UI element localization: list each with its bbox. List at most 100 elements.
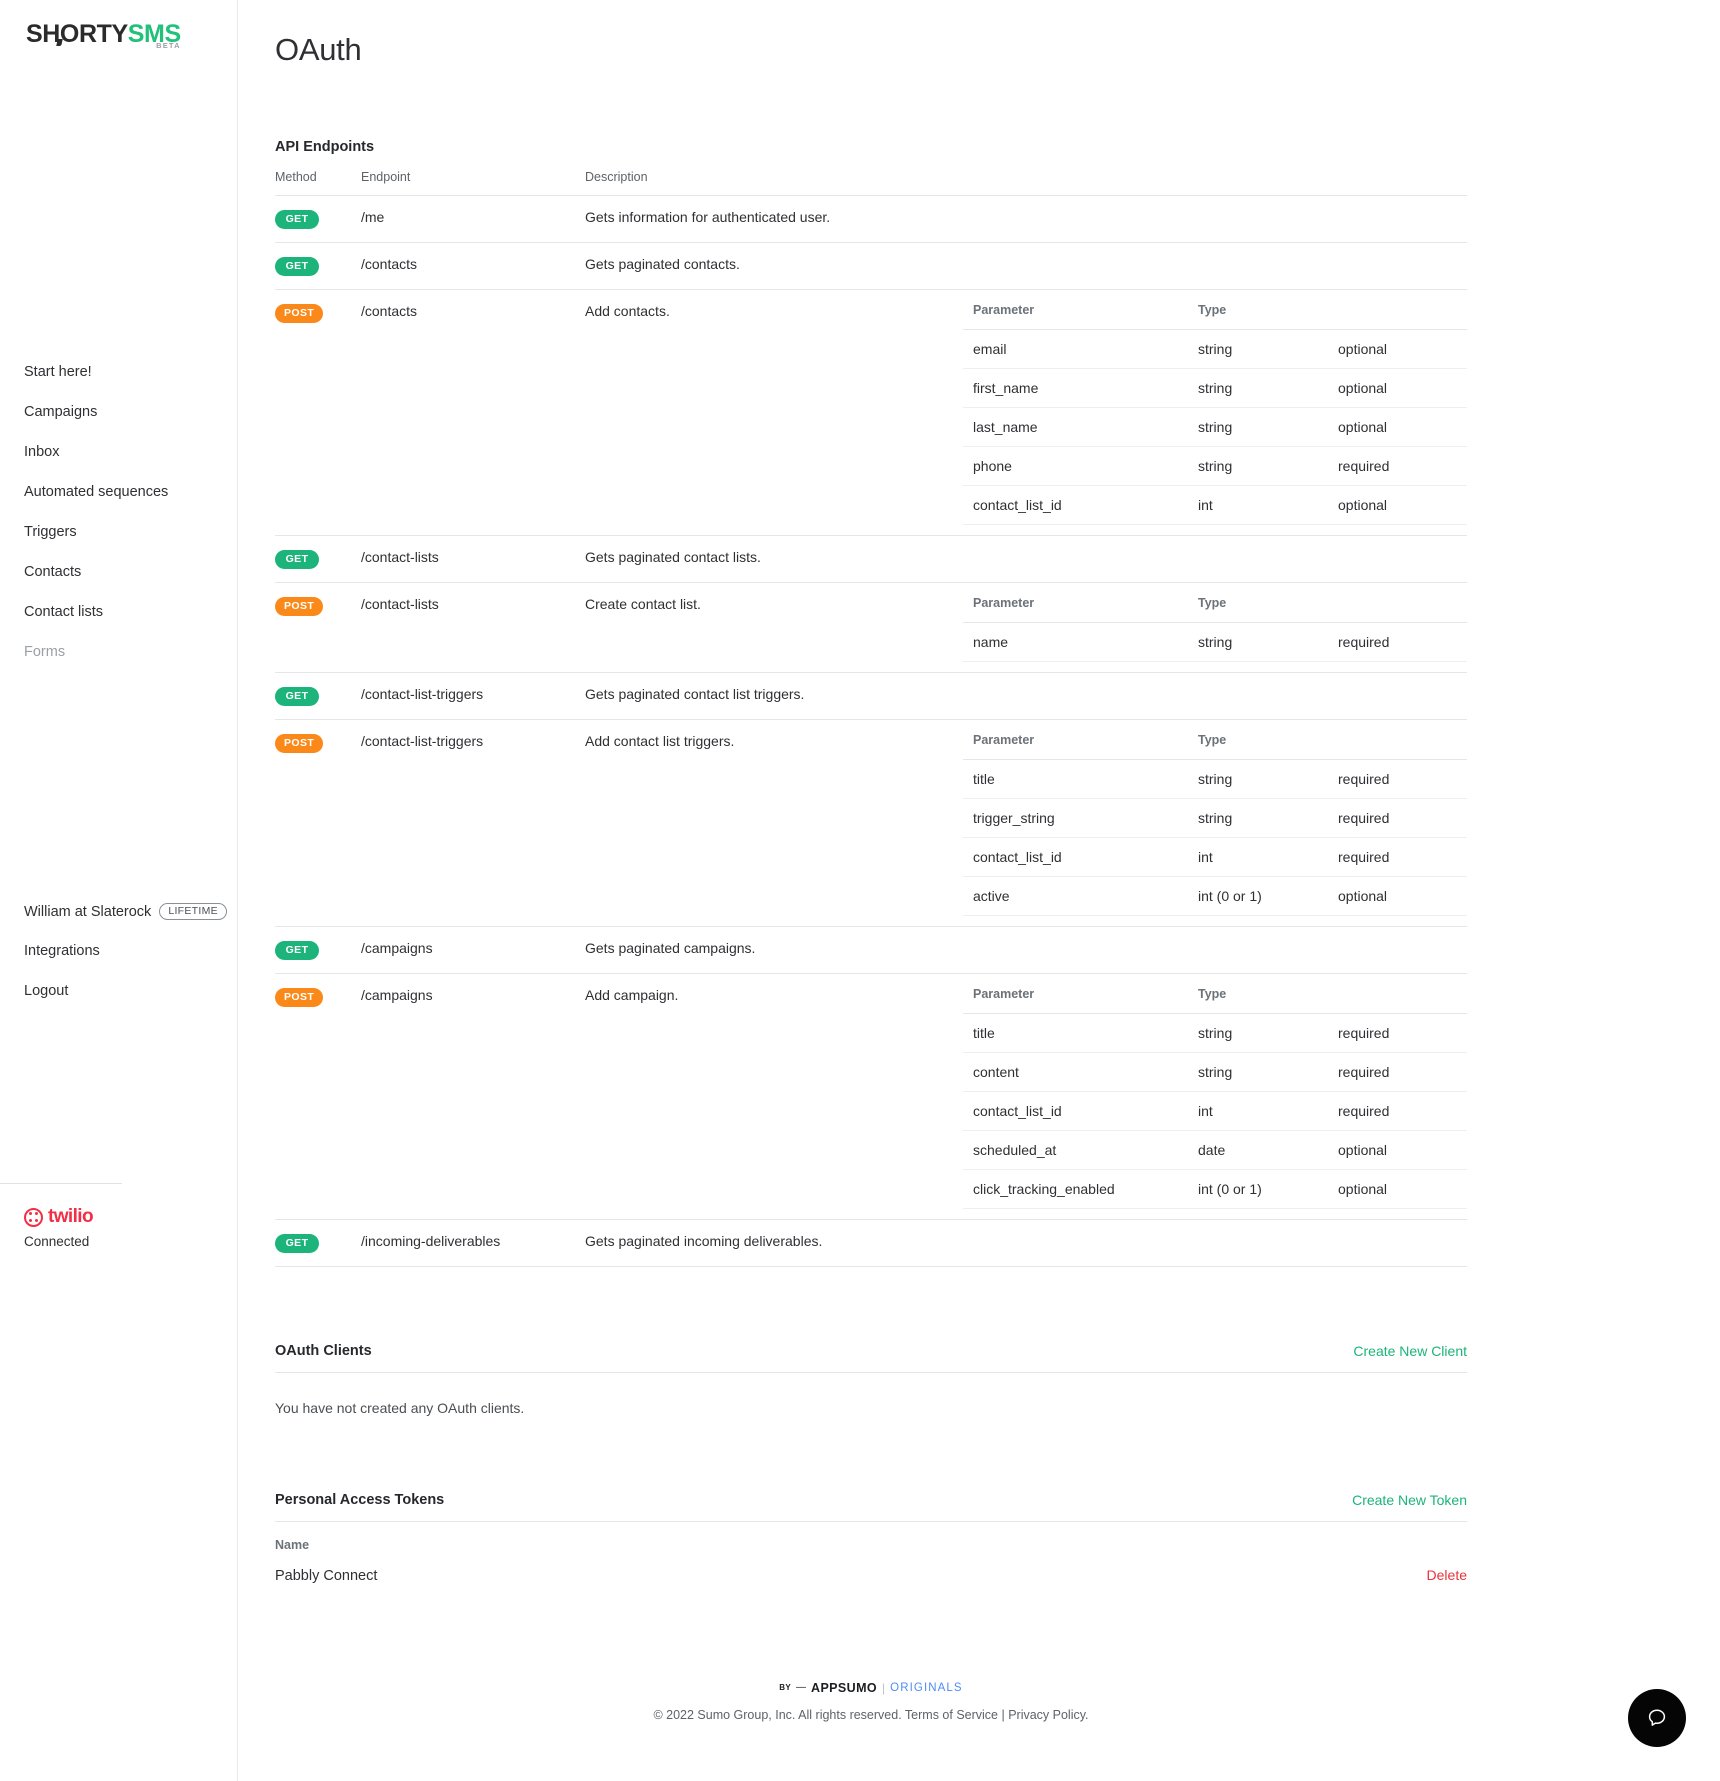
parameters-table: Parameter Type title string required content s…: [963, 974, 1467, 1209]
sidebar-item-forms[interactable]: Forms: [0, 632, 237, 672]
parameter-type-cell: string: [1188, 329, 1328, 369]
parameter-type-cell: int (0 or 1): [1188, 876, 1328, 916]
table-row: POST/contacts Add contacts. Parameter Type e…: [275, 289, 1467, 536]
column-header-parameter: Parameter: [963, 290, 1188, 330]
sidebar-account-section: William at Slaterock LIFETIME Integratio…: [0, 892, 237, 1011]
parameter-requirement-cell: required: [1328, 622, 1467, 662]
parameter-type-cell: string: [1188, 407, 1328, 447]
column-header-description: Description: [585, 170, 963, 196]
api-endpoints-heading: API Endpoints: [275, 139, 375, 155]
sidebar-item-start-here[interactable]: Start here!: [0, 352, 237, 392]
sidebar-item-logout[interactable]: Logout: [0, 971, 237, 1011]
parameter-row: last_name string optional: [963, 407, 1467, 447]
parameter-row: phone string required: [963, 446, 1467, 486]
endpoint-description-cell: Gets paginated contact lists.: [585, 535, 963, 583]
endpoint-path-cell: /contact-lists: [361, 582, 585, 673]
logo-text: SHORTYSMS BETA: [26, 22, 181, 50]
method-badge-get: GET: [275, 1234, 319, 1253]
table-header-row: Parameter Type: [963, 720, 1467, 760]
table-row: Pabbly Connect Delete: [275, 1558, 1467, 1593]
parameter-name-cell: title: [963, 1013, 1188, 1053]
parameter-requirement-cell: required: [1328, 1052, 1467, 1092]
table-header-row: Method Endpoint Description: [275, 170, 1467, 196]
parameter-name-cell: contact_list_id: [963, 837, 1188, 877]
method-badge-get: GET: [275, 687, 319, 706]
parameter-name-cell: last_name: [963, 407, 1188, 447]
column-header-requirement: [1328, 974, 1467, 1014]
method-badge-post: POST: [275, 988, 324, 1007]
parameter-row: scheduled_at date optional: [963, 1130, 1467, 1170]
parameters-table: Parameter Type title string required trigger_…: [963, 720, 1467, 916]
parameter-name-cell: trigger_string: [963, 798, 1188, 838]
footer: BY — APPSUMO | ORIGINALS © 2022 Sumo Gro…: [275, 1677, 1467, 1740]
endpoint-path-cell: /incoming-deliverables: [361, 1219, 585, 1267]
endpoint-description-cell: Create contact list.: [585, 582, 963, 673]
footer-by-label: BY: [779, 1683, 792, 1692]
page-title: OAuth: [275, 32, 362, 67]
sidebar-item-campaigns[interactable]: Campaigns: [0, 392, 237, 432]
sidebar-item-automated-sequences[interactable]: Automated sequences: [0, 472, 237, 512]
parameter-name-cell: scheduled_at: [963, 1130, 1188, 1170]
endpoint-description-cell: Add campaign.: [585, 973, 963, 1220]
parameter-requirement-cell: required: [1328, 1091, 1467, 1131]
column-header-parameters: [963, 170, 1467, 196]
table-header-row: Parameter Type: [963, 974, 1467, 1014]
endpoint-path-cell: /contacts: [361, 242, 585, 290]
delete-token-link[interactable]: Delete: [1427, 1567, 1467, 1583]
parameter-row: contact_list_id int optional: [963, 485, 1467, 525]
footer-legal-text: © 2022 Sumo Group, Inc. All rights reser…: [653, 1708, 1089, 1722]
parameter-name-cell: email: [963, 329, 1188, 369]
oauth-clients-empty-message: You have not created any OAuth clients.: [275, 1400, 525, 1416]
create-new-token-link[interactable]: Create New Token: [1352, 1492, 1467, 1508]
parameter-name-cell: content: [963, 1052, 1188, 1092]
parameter-requirement-cell: required: [1328, 759, 1467, 799]
parameter-row: trigger_string string required: [963, 798, 1467, 838]
api-endpoints-table: Method Endpoint Description GET/me Gets i…: [275, 170, 1467, 1267]
beta-label: BETA: [156, 41, 181, 50]
help-chat-button[interactable]: [1628, 1689, 1686, 1747]
column-header-type: Type: [1188, 720, 1328, 760]
endpoint-description-cell: Gets paginated incoming deliverables.: [585, 1219, 963, 1267]
parameter-name-cell: active: [963, 876, 1188, 916]
parameter-row: email string optional: [963, 329, 1467, 369]
column-header-parameter: Parameter: [963, 583, 1188, 623]
column-header-type: Type: [1188, 290, 1328, 330]
create-new-client-link[interactable]: Create New Client: [1353, 1343, 1467, 1359]
parameter-row: title string required: [963, 1013, 1467, 1053]
endpoint-description-cell: Add contacts.: [585, 289, 963, 536]
parameter-requirement-cell: optional: [1328, 1130, 1467, 1170]
sidebar-item-contacts[interactable]: Contacts: [0, 552, 237, 592]
parameter-requirement-cell: optional: [1328, 876, 1467, 916]
parameter-type-cell: string: [1188, 759, 1328, 799]
appsumo-brand: BY — APPSUMO | ORIGINALS: [779, 1681, 962, 1695]
column-header-name: Name: [275, 1538, 310, 1552]
tokens-table: Name Pabbly Connect Delete: [275, 1538, 1467, 1593]
app-logo[interactable]: SHORTYSMS BETA: [0, 0, 237, 50]
twilio-wordmark: twilio: [48, 1206, 94, 1227]
endpoint-path-cell: /contact-lists: [361, 535, 585, 583]
method-badge-get: GET: [275, 257, 319, 276]
footer-originals: ORIGINALS: [890, 1681, 963, 1694]
endpoint-path-cell: /campaigns: [361, 926, 585, 974]
table-row: POST/campaigns Add campaign. Parameter Type…: [275, 973, 1467, 1220]
parameter-type-cell: string: [1188, 446, 1328, 486]
parameter-type-cell: date: [1188, 1130, 1328, 1170]
sidebar-item-integrations[interactable]: Integrations: [0, 931, 237, 971]
oauth-clients-header: OAuth Clients Create New Client: [275, 1343, 1467, 1373]
method-badge-get: GET: [275, 210, 319, 229]
endpoint-parameters-cell: Parameter Type name string required: [963, 582, 1467, 673]
content-inner: API Endpoints Method Endpoint Descriptio…: [275, 139, 1467, 1740]
sidebar-item-triggers[interactable]: Triggers: [0, 512, 237, 552]
method-badge-post: POST: [275, 734, 324, 753]
endpoint-method-cell: POST: [275, 719, 361, 927]
endpoint-description-cell: Add contact list triggers.: [585, 719, 963, 927]
account-user[interactable]: William at Slaterock LIFETIME: [0, 892, 237, 931]
sidebar-item-contact-lists[interactable]: Contact lists: [0, 592, 237, 632]
column-header-type: Type: [1188, 583, 1328, 623]
endpoint-method-cell: POST: [275, 973, 361, 1220]
parameter-name-cell: click_tracking_enabled: [963, 1169, 1188, 1209]
tokens-header: Personal Access Tokens Create New Token: [275, 1492, 1467, 1522]
sidebar-item-inbox[interactable]: Inbox: [0, 432, 237, 472]
parameter-name-cell: name: [963, 622, 1188, 662]
